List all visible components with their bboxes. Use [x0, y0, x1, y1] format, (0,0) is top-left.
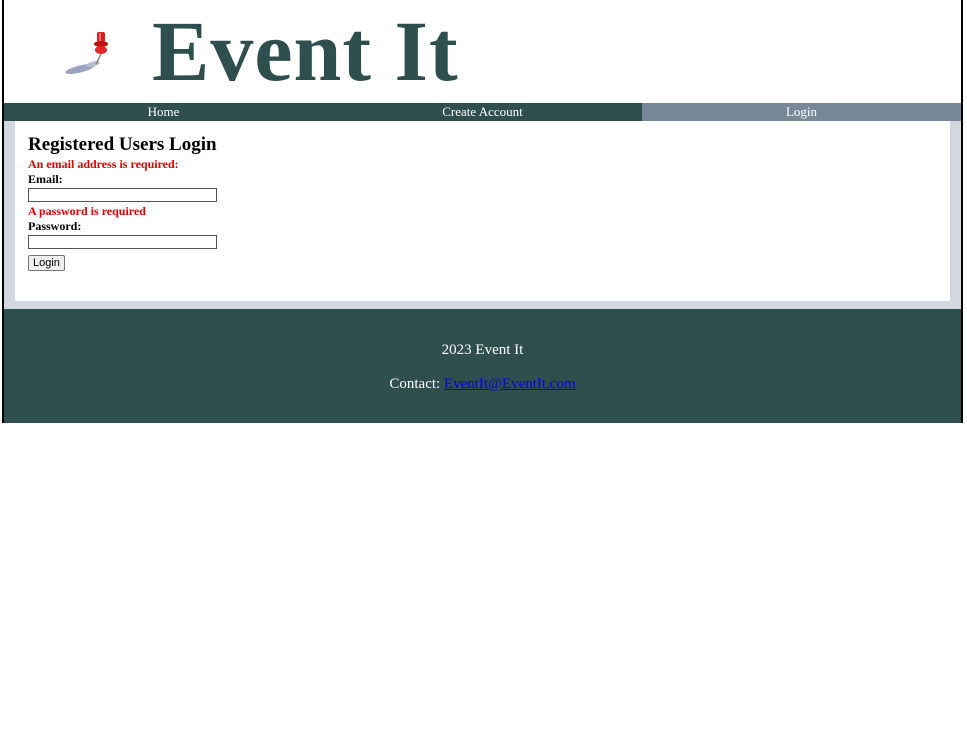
nav-item-home[interactable]: Home — [4, 103, 323, 121]
email-field[interactable] — [28, 188, 217, 202]
site-title: Event It — [152, 3, 459, 99]
email-error-message: An email address is required: — [28, 157, 179, 171]
password-field[interactable] — [28, 235, 217, 249]
login-panel: Registered Users Login An email address … — [15, 121, 950, 301]
login-button[interactable]: Login — [28, 255, 65, 271]
nav-item-login[interactable]: Login — [642, 103, 961, 121]
footer-copyright: 2023 Event It — [441, 342, 524, 358]
page-container: Event It Home Create Account Login Regis… — [2, 0, 963, 423]
password-error-message: A password is required — [28, 204, 146, 218]
login-heading: Registered Users Login — [28, 134, 217, 155]
site-header: Event It — [4, 0, 961, 103]
pushpin-icon — [65, 32, 108, 74]
site-footer: 2023 Event It Contact: EventIt@EventIt.c… — [4, 309, 961, 423]
nav-item-create-account[interactable]: Create Account — [323, 103, 642, 121]
password-label: Password: — [28, 219, 82, 233]
email-label: Email: — [28, 172, 63, 186]
footer-contact: Contact: EventIt@EventIt.com — [4, 374, 961, 394]
contact-email-link[interactable]: EventIt@EventIt.com — [444, 376, 576, 392]
contact-label: Contact: — [389, 376, 441, 392]
main-nav: Home Create Account Login — [4, 103, 961, 121]
content-wrapper: Registered Users Login An email address … — [4, 121, 961, 309]
